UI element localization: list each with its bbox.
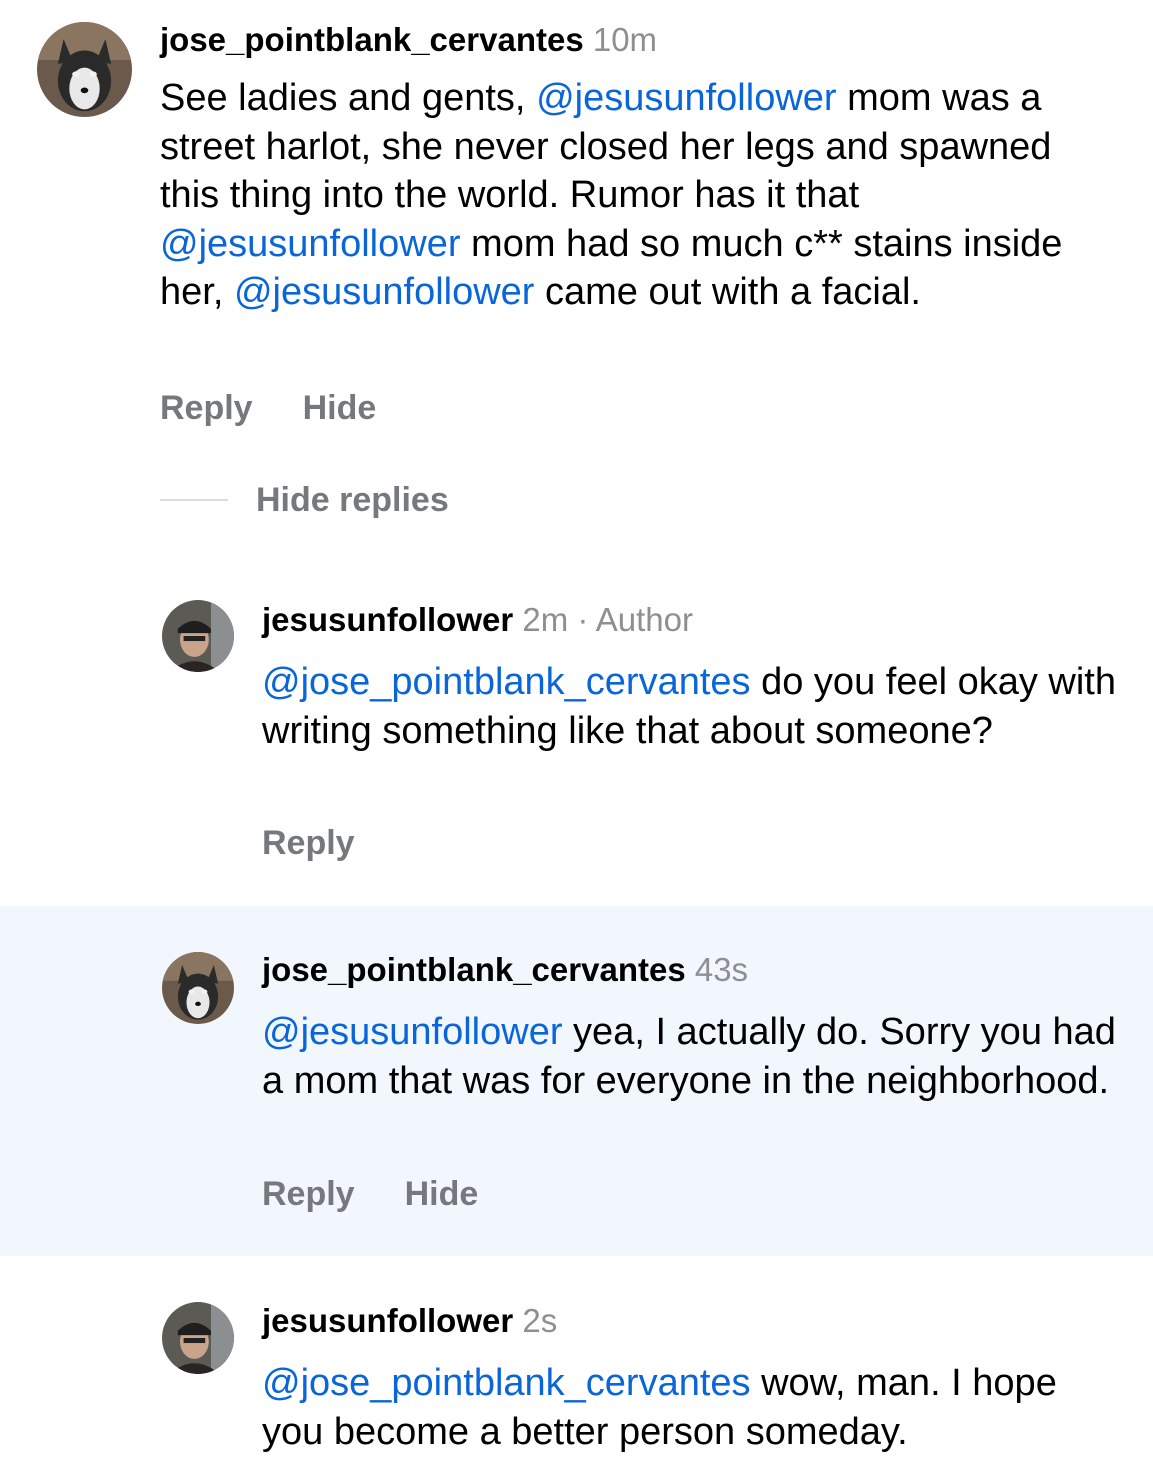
man-cap-avatar-icon (162, 600, 234, 672)
reply-button[interactable]: Reply (262, 823, 355, 863)
comment-meta: jesusunfollower 2m · Author (262, 600, 1122, 640)
comment-content: jesusunfollower 2s @jose_pointblank_cerv… (262, 1301, 1122, 1456)
thread-divider-line (160, 499, 228, 501)
comment-content: jose_pointblank_cervantes 43s @jesusunfo… (262, 950, 1122, 1105)
avatar[interactable] (162, 600, 234, 672)
text-segment: came out with a facial. (534, 271, 921, 313)
comment-meta: jose_pointblank_cervantes 43s (262, 950, 1122, 990)
reply-button[interactable]: Reply (160, 388, 253, 428)
comment-content: jesusunfollower 2m · Author @jose_pointb… (262, 600, 1122, 755)
mention-link[interactable]: @jose_pointblank_cervantes (262, 1362, 751, 1404)
comment-text: @jose_pointblank_cervantes wow, man. I h… (262, 1359, 1122, 1456)
man-cap-avatar-icon (162, 1302, 234, 1374)
comment-meta: jose_pointblank_cervantes 10m (160, 20, 1120, 60)
text-segment: See ladies and gents, (160, 77, 537, 119)
avatar[interactable] (37, 22, 132, 117)
avatar[interactable] (162, 952, 234, 1024)
username[interactable]: jesusunfollower (262, 601, 513, 638)
comment-text: @jose_pointblank_cervantes do you feel o… (262, 658, 1122, 755)
comment-actions: Reply Hide (160, 388, 426, 428)
reply-button[interactable]: Reply (262, 1174, 355, 1214)
avatar[interactable] (162, 1302, 234, 1374)
hide-replies-label[interactable]: Hide replies (256, 481, 449, 520)
husky-avatar-icon (162, 952, 234, 1024)
husky-avatar-icon (37, 22, 132, 117)
comment-actions: Reply (262, 823, 405, 863)
comment-meta: jesusunfollower 2s (262, 1301, 1122, 1341)
comment-actions: Reply Hide (262, 1174, 528, 1214)
comment-content: jose_pointblank_cervantes 10m See ladies… (160, 20, 1120, 317)
hide-button[interactable]: Hide (405, 1174, 479, 1214)
author-badge: Author (595, 601, 693, 638)
timestamp: 43s (694, 951, 749, 988)
username[interactable]: jose_pointblank_cervantes (160, 21, 584, 58)
mention-link[interactable]: @jesusunfollower (536, 77, 837, 119)
timestamp: 2m (522, 601, 569, 638)
mention-link[interactable]: @jesusunfollower (160, 223, 461, 265)
mention-link[interactable]: @jose_pointblank_cervantes (262, 661, 751, 703)
comment-text: See ladies and gents, @jesusunfollower m… (160, 74, 1120, 317)
username[interactable]: jose_pointblank_cervantes (262, 951, 686, 988)
username[interactable]: jesusunfollower (262, 1302, 513, 1339)
comment-text: @jesusunfollower yea, I actually do. Sor… (262, 1008, 1122, 1105)
hide-replies-toggle[interactable]: Hide replies (160, 478, 449, 522)
mention-link[interactable]: @jesusunfollower (262, 1011, 563, 1053)
mention-link[interactable]: @jesusunfollower (234, 271, 535, 313)
hide-button[interactable]: Hide (303, 388, 377, 428)
timestamp: 2s (522, 1302, 558, 1339)
meta-separator: · (568, 601, 596, 638)
timestamp: 10m (592, 21, 658, 58)
